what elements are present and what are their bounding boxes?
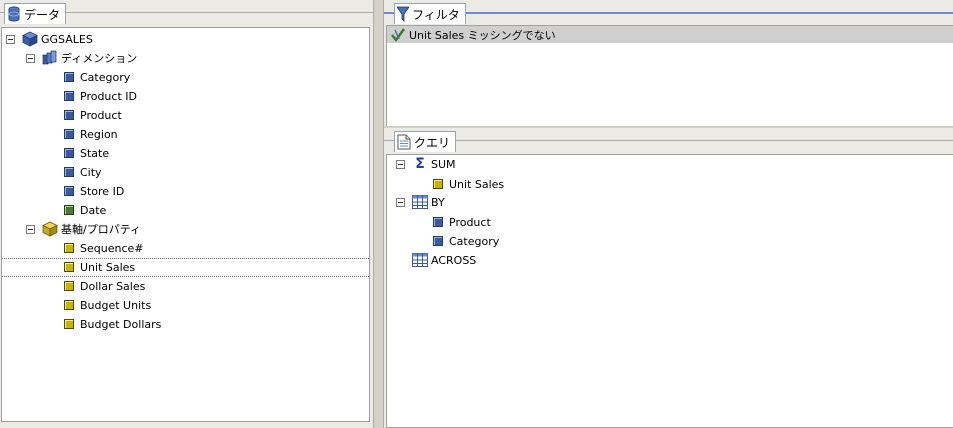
- field-category[interactable]: Category: [64, 68, 130, 86]
- dimension-field-icon: [64, 164, 74, 180]
- field-store-id[interactable]: Store ID: [64, 182, 124, 200]
- sigma-icon: Σ: [415, 156, 425, 172]
- field-date[interactable]: Date: [64, 201, 106, 219]
- filter-row[interactable]: Unit Sales ミッシングでない: [387, 26, 953, 43]
- dimension-field-icon: [64, 69, 74, 85]
- measure-field-icon: [64, 240, 74, 256]
- root-label: GGSALES: [41, 32, 93, 46]
- query-tab[interactable]: クエリ: [394, 131, 457, 152]
- data-panel: データ GGSALES ディメンション Category Product ID …: [0, 0, 373, 428]
- query-panel: クエリ Σ SUM Unit Sales BY Product Category…: [384, 128, 953, 428]
- field-sequence[interactable]: Sequence#: [64, 239, 143, 257]
- dimension-field-icon: [64, 126, 74, 142]
- filter-tab-label: フィルタ: [412, 7, 460, 22]
- query-field-product[interactable]: Product: [433, 213, 491, 231]
- measure-field-icon: [64, 297, 74, 313]
- dimension-field-icon: [64, 107, 74, 123]
- filter-tab[interactable]: フィルタ: [394, 3, 466, 24]
- dimension-field-icon: [64, 88, 74, 104]
- across-label: ACROSS: [431, 253, 477, 267]
- collapse-toggle-icon[interactable]: [396, 197, 405, 207]
- check-icon: [390, 27, 406, 43]
- collapse-toggle-icon[interactable]: [6, 34, 15, 44]
- query-node-by[interactable]: BY: [396, 193, 445, 211]
- selected-row-outline: [2, 258, 369, 277]
- filter-list: Unit Sales ミッシングでない: [386, 25, 953, 128]
- dimensions-label: ディメンション: [61, 52, 138, 65]
- data-panel-header: データ: [0, 0, 373, 26]
- measure-field-icon: [64, 278, 74, 294]
- dimension-field-icon: [433, 233, 443, 249]
- measures-label: 基軸/プロパティ: [61, 223, 142, 236]
- filter-text: Unit Sales ミッシングでない: [409, 28, 556, 42]
- query-node-sum[interactable]: Σ SUM: [396, 155, 456, 173]
- field-budget-units[interactable]: Budget Units: [64, 296, 151, 314]
- field-city[interactable]: City: [64, 163, 102, 181]
- sum-label: SUM: [431, 157, 456, 171]
- collapse-toggle-icon[interactable]: [26, 53, 35, 63]
- cube-icon: [22, 31, 38, 47]
- data-tab-label: データ: [24, 7, 61, 22]
- data-tab[interactable]: データ: [4, 3, 67, 24]
- data-tree: GGSALES ディメンション Category Product ID Prod…: [1, 27, 370, 422]
- query-tree: Σ SUM Unit Sales BY Product Category ACR…: [386, 154, 953, 428]
- dimension-field-icon: [433, 214, 443, 230]
- database-icon: [7, 6, 21, 22]
- field-budget-dollars[interactable]: Budget Dollars: [64, 315, 161, 333]
- measure-box-icon: [42, 221, 58, 237]
- query-panel-header: クエリ: [384, 128, 953, 154]
- filter-panel: フィルタ Unit Sales ミッシングでない: [384, 0, 953, 128]
- collapse-toggle-icon[interactable]: [396, 159, 405, 169]
- dimension-field-icon: [64, 183, 74, 199]
- vertical-splitter[interactable]: [373, 0, 384, 428]
- field-product-id[interactable]: Product ID: [64, 87, 137, 105]
- field-region[interactable]: Region: [64, 125, 118, 143]
- measure-field-icon: [64, 316, 74, 332]
- grid-icon: [412, 252, 428, 268]
- measure-field-icon: [64, 259, 74, 275]
- measure-field-icon: [433, 176, 443, 192]
- tree-node-measures[interactable]: 基軸/プロパティ: [26, 220, 141, 238]
- grid-icon: [412, 194, 428, 210]
- query-tab-label: クエリ: [414, 135, 451, 150]
- query-field-unit-sales[interactable]: Unit Sales: [433, 175, 504, 193]
- tree-node-root[interactable]: GGSALES: [6, 30, 93, 48]
- field-unit-sales[interactable]: Unit Sales: [64, 258, 135, 276]
- field-product[interactable]: Product: [64, 106, 122, 124]
- dimension-stack-icon: [42, 50, 58, 66]
- date-field-icon: [64, 202, 74, 218]
- field-dollar-sales[interactable]: Dollar Sales: [64, 277, 145, 295]
- document-icon: [397, 134, 411, 150]
- field-state[interactable]: State: [64, 144, 109, 162]
- tree-node-dimensions[interactable]: ディメンション: [26, 49, 137, 67]
- filter-panel-header: フィルタ: [384, 0, 953, 26]
- query-field-category[interactable]: Category: [433, 232, 499, 250]
- collapse-toggle-icon[interactable]: [26, 224, 35, 234]
- query-node-across[interactable]: ACROSS: [412, 251, 476, 269]
- dimension-field-icon: [64, 145, 74, 161]
- by-label: BY: [431, 195, 445, 209]
- funnel-icon: [397, 6, 409, 22]
